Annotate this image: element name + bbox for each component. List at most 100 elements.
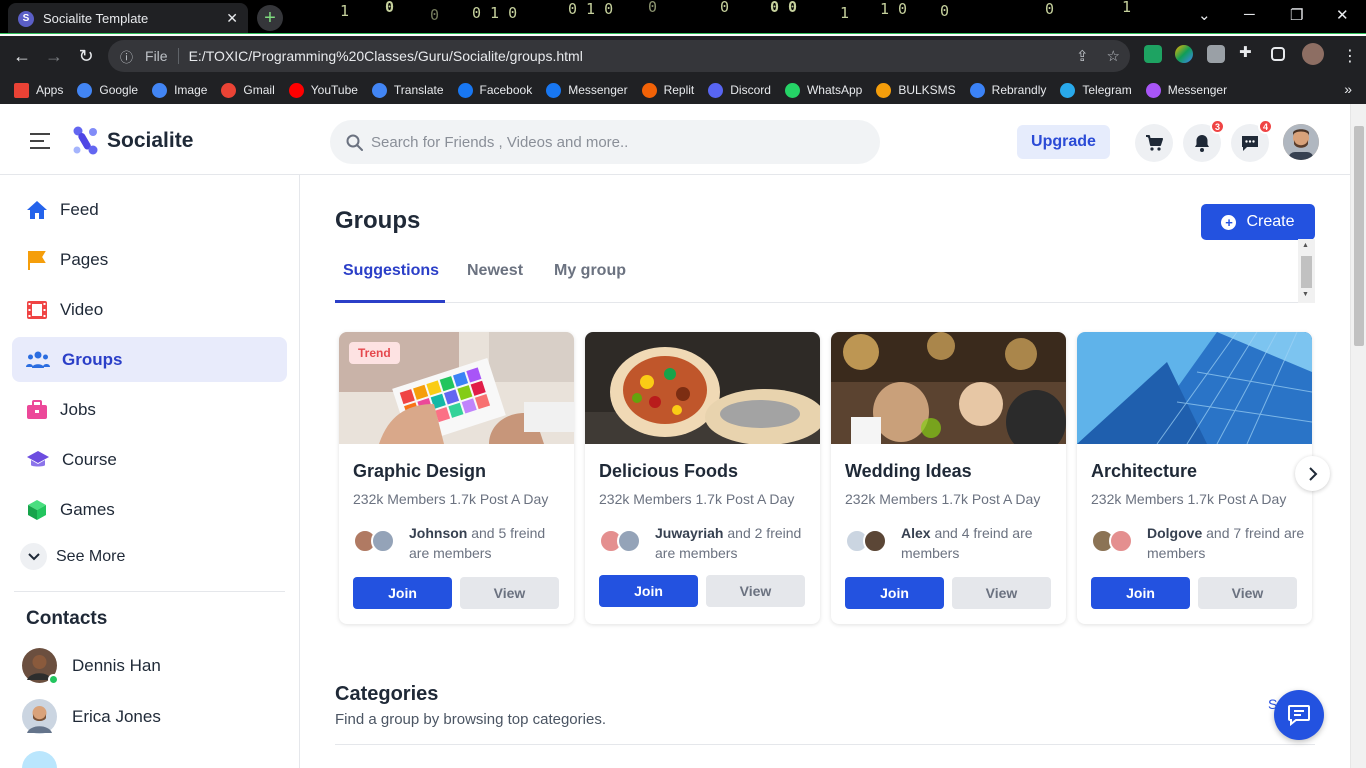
shield-extension-icon[interactable] xyxy=(1144,45,1162,63)
bookmark-label: Rebrandly xyxy=(991,83,1047,97)
sidebar-item-games[interactable]: Games xyxy=(12,487,287,532)
sidebar-item-groups[interactable]: Groups xyxy=(12,337,287,382)
view-button[interactable]: View xyxy=(952,577,1051,609)
join-button[interactable]: Join xyxy=(845,577,944,609)
tab-suggestions[interactable]: Suggestions xyxy=(343,262,439,280)
gmail-icon xyxy=(221,82,237,98)
profile-avatar[interactable] xyxy=(1302,43,1324,65)
see-more-button[interactable]: See More xyxy=(20,543,125,570)
carousel-next-button[interactable] xyxy=(1295,456,1330,491)
bookmark-item[interactable]: Messenger xyxy=(546,82,628,98)
bookmark-item[interactable]: Replit xyxy=(641,82,694,98)
graduation-cap-icon xyxy=(27,450,49,466)
bookmark-item[interactable]: Apps xyxy=(14,82,63,98)
url-text[interactable]: E:/TOXIC/Programming%20Classes/Guru/Soci… xyxy=(189,48,583,64)
bookmark-item[interactable]: BULKSMS xyxy=(876,82,956,98)
tabs-scrollbar[interactable]: ▲ ▼ xyxy=(1298,239,1315,303)
upgrade-button[interactable]: Upgrade xyxy=(1017,125,1110,159)
bookmark-item[interactable]: WhatsApp xyxy=(784,82,863,98)
bookmark-label: WhatsApp xyxy=(806,83,863,97)
bookmark-item[interactable]: Telegram xyxy=(1060,82,1132,98)
search-input[interactable] xyxy=(371,133,851,151)
matrix-glyphs: 0 xyxy=(648,0,658,16)
bookmark-item[interactable]: Gmail xyxy=(221,82,275,98)
tab-favicon: S xyxy=(18,10,34,27)
bookmark-item[interactable]: Discord xyxy=(708,82,771,98)
scroll-down-icon[interactable]: ▼ xyxy=(1302,291,1309,298)
view-button[interactable]: View xyxy=(1198,577,1297,609)
contact-item[interactable]: Dennis Han xyxy=(22,648,161,685)
bookmark-item[interactable]: Messenger xyxy=(1145,82,1227,98)
sidebar-item-jobs[interactable]: Jobs xyxy=(12,387,287,432)
contact-item[interactable]: Erica Jones xyxy=(22,699,161,734)
close-window-icon[interactable]: ✕ xyxy=(1336,6,1349,24)
restore-window-icon[interactable]: ❐ xyxy=(1290,6,1303,24)
users-icon xyxy=(26,351,50,368)
hamburger-menu-icon[interactable] xyxy=(30,133,50,154)
rebrandly-icon xyxy=(969,82,985,98)
group-cover-image[interactable] xyxy=(831,332,1066,444)
scrollbar-thumb[interactable] xyxy=(1354,126,1364,346)
contact-item[interactable] xyxy=(22,751,57,768)
bookmarks-overflow-icon[interactable]: » xyxy=(1344,81,1352,97)
sidebar-item-video[interactable]: Video xyxy=(12,287,287,332)
bookmark-star-icon[interactable]: ☆ xyxy=(1107,47,1120,65)
site-info-icon[interactable]: ⓘ xyxy=(120,47,133,66)
contact-name: Dennis Han xyxy=(72,655,161,675)
back-arrow-icon[interactable]: ← xyxy=(6,46,38,67)
translate-icon xyxy=(371,82,387,98)
messages-button[interactable]: 4 xyxy=(1231,119,1273,162)
extension-icon[interactable] xyxy=(1207,45,1225,63)
sidebar-item-feed[interactable]: Feed xyxy=(12,187,287,232)
minimize-window-icon[interactable]: ─ xyxy=(1244,6,1255,23)
tab-close-icon[interactable]: ✕ xyxy=(226,10,238,27)
tab-search-chevron-icon[interactable]: ⌄ xyxy=(1198,6,1211,24)
site-logo[interactable]: Socialite xyxy=(72,126,193,155)
group-cover-image[interactable] xyxy=(1077,332,1312,444)
join-button[interactable]: Join xyxy=(353,577,452,609)
bookmark-item[interactable]: YouTube xyxy=(288,82,358,98)
view-button[interactable]: View xyxy=(706,575,805,607)
tab-newest[interactable]: Newest xyxy=(467,262,523,280)
browser-tab[interactable]: S Socialite Template ✕ xyxy=(8,3,248,34)
scroll-up-icon[interactable]: ▲ xyxy=(1302,242,1309,249)
scroll-thumb[interactable] xyxy=(1301,256,1312,288)
omnibox[interactable]: ⓘ File E:/TOXIC/Programming%20Classes/Gu… xyxy=(108,40,1130,72)
join-button[interactable]: Join xyxy=(599,575,698,607)
join-button[interactable]: Join xyxy=(1091,577,1190,609)
matrix-glyphs: 1 0 xyxy=(880,0,908,18)
group-name[interactable]: Architecture xyxy=(1091,461,1197,482)
group-cover-image[interactable] xyxy=(585,332,820,444)
search-bar[interactable] xyxy=(330,120,880,164)
group-name[interactable]: Wedding Ideas xyxy=(845,461,972,482)
extension-icon[interactable] xyxy=(1175,45,1193,63)
forward-arrow-icon[interactable]: → xyxy=(38,46,70,67)
sidebar-item-course[interactable]: Course xyxy=(12,437,287,482)
bookmark-item[interactable]: Translate xyxy=(371,82,444,98)
bookmark-label: Discord xyxy=(730,83,771,97)
view-button[interactable]: View xyxy=(460,577,559,609)
user-avatar[interactable] xyxy=(1283,124,1319,160)
tab-my-group[interactable]: My group xyxy=(554,262,626,280)
page-scrollbar[interactable] xyxy=(1350,104,1366,768)
chat-fab-button[interactable] xyxy=(1274,690,1324,740)
reload-icon[interactable]: ↻ xyxy=(70,46,102,67)
bookmark-item[interactable]: Google xyxy=(77,82,138,98)
share-icon[interactable]: ⇪ xyxy=(1076,47,1089,65)
bookmark-item[interactable]: Rebrandly xyxy=(969,82,1047,98)
new-tab-button[interactable]: + xyxy=(257,5,283,31)
cart-button[interactable] xyxy=(1135,124,1173,162)
group-name[interactable]: Delicious Foods xyxy=(599,461,738,482)
group-name[interactable]: Graphic Design xyxy=(353,461,486,482)
puzzle-extensions-icon[interactable]: ✚ xyxy=(1239,43,1257,61)
bookmark-item[interactable]: Facebook xyxy=(457,82,532,98)
bookmark-item[interactable]: Image xyxy=(152,82,207,98)
facebook-icon xyxy=(546,82,562,98)
notifications-button[interactable]: 3 xyxy=(1183,119,1225,162)
sidebar-item-pages[interactable]: Pages xyxy=(12,237,287,282)
more-menu-icon[interactable]: ⋮ xyxy=(1334,46,1366,66)
sidebar-divider xyxy=(14,591,285,592)
side-panel-icon[interactable] xyxy=(1271,47,1285,61)
group-cover-image[interactable]: Trend xyxy=(339,332,574,444)
create-group-button[interactable]: + Create xyxy=(1201,204,1315,240)
